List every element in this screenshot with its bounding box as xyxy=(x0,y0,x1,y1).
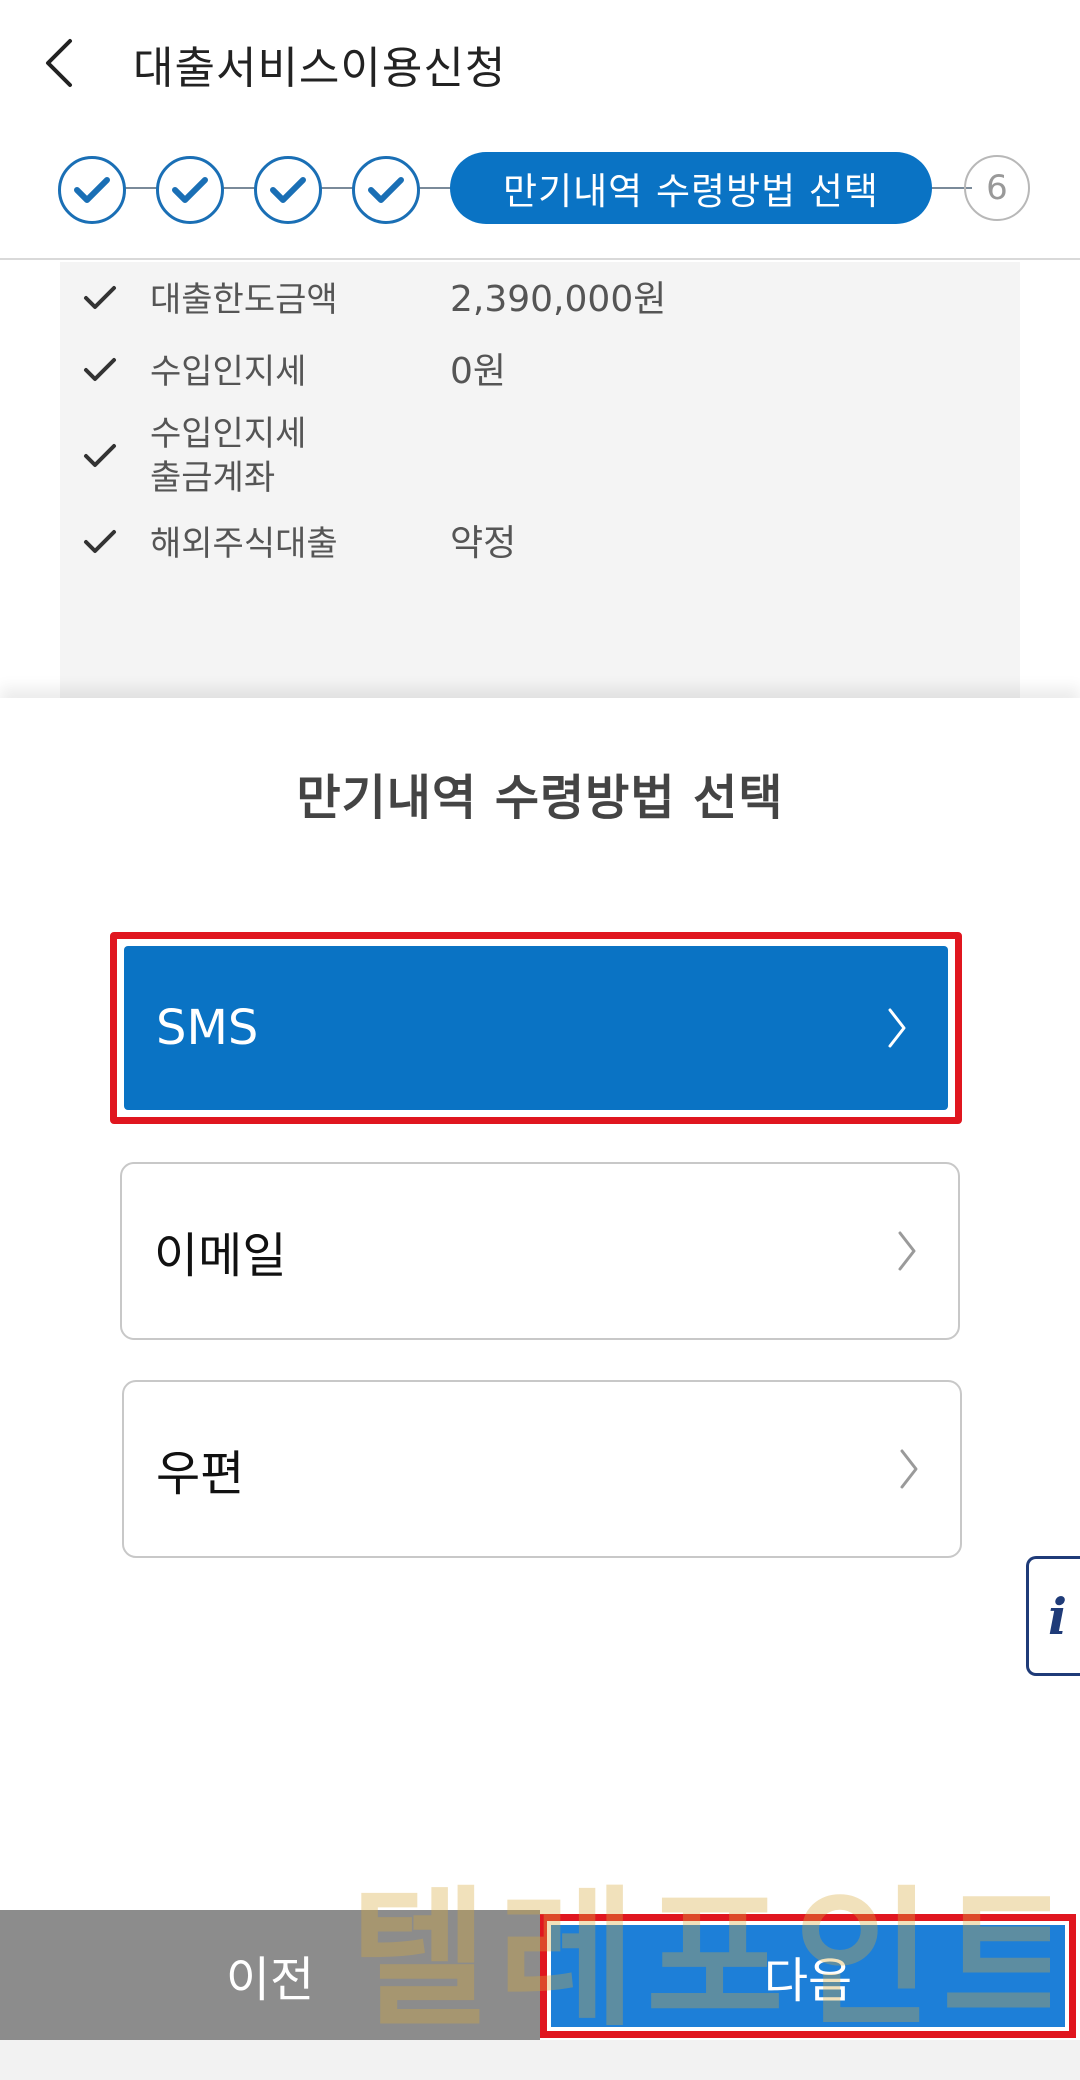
summary-label: 수입인지세 xyxy=(150,352,307,392)
summary-value: 0원 xyxy=(450,351,507,392)
summary-row: 대출한도금액 2,390,000원 xyxy=(80,278,666,322)
next-highlight-frame: 다음 xyxy=(540,1914,1076,2038)
check-icon xyxy=(80,436,120,476)
app-header: 대출서비스이용신청 만기내역 수령방법 선택 6 xyxy=(0,0,1080,260)
step-next: 6 xyxy=(964,155,1030,221)
bottom-action-bar: 이전 다음 xyxy=(0,1910,1080,2040)
sheet-title: 만기내역 수령방법 선택 xyxy=(296,770,784,826)
loan-summary: 대출한도금액 2,390,000원 수입인지세 0원 수입인지세 출금계좌 해외… xyxy=(60,262,1020,702)
check-icon xyxy=(172,177,208,203)
info-button[interactable]: i xyxy=(1026,1556,1080,1676)
page-title: 대출서비스이용신청 xyxy=(133,43,507,94)
step-4-complete xyxy=(352,156,420,224)
option-label: 우편 xyxy=(156,1446,245,1502)
system-nav-strip xyxy=(0,2040,1080,2080)
check-icon xyxy=(368,177,404,203)
summary-row: 수입인지세 출금계좌 xyxy=(80,412,450,500)
previous-button[interactable]: 이전 xyxy=(0,1910,540,2040)
chevron-right-icon xyxy=(900,1449,918,1489)
option-label: SMS xyxy=(156,1000,259,1056)
summary-label: 대출한도금액 xyxy=(150,280,338,320)
check-icon xyxy=(80,278,120,318)
chevron-right-icon xyxy=(898,1231,916,1271)
progress-stepper: 만기내역 수령방법 선택 6 xyxy=(58,152,1038,224)
check-icon xyxy=(270,177,306,203)
bottom-sheet: 만기내역 수령방법 선택 SMS 이메일 우편 xyxy=(0,698,1080,1910)
summary-row: 해외주식대출 약정 xyxy=(80,522,516,566)
check-icon xyxy=(80,350,120,390)
summary-value: 2,390,000원 xyxy=(450,279,667,320)
option-email[interactable]: 이메일 xyxy=(120,1162,960,1340)
option-label: 이메일 xyxy=(154,1228,287,1284)
summary-row: 수입인지세 0원 xyxy=(80,350,506,394)
chevron-left-icon xyxy=(46,39,72,87)
summary-label: 수입인지세 출금계좌 xyxy=(150,414,307,498)
summary-value: 약정 xyxy=(450,523,517,564)
check-icon xyxy=(74,177,110,203)
option-sms[interactable]: SMS xyxy=(124,946,948,1110)
next-button[interactable]: 다음 xyxy=(551,1925,1065,2027)
check-icon xyxy=(80,522,120,562)
chevron-right-icon xyxy=(888,1008,906,1048)
back-button[interactable] xyxy=(30,28,90,98)
summary-label: 해외주식대출 xyxy=(150,524,338,564)
step-current: 만기내역 수령방법 선택 xyxy=(450,152,932,224)
step-1-complete xyxy=(58,156,126,224)
option-mail[interactable]: 우편 xyxy=(122,1380,962,1558)
step-2-complete xyxy=(156,156,224,224)
step-3-complete xyxy=(254,156,322,224)
